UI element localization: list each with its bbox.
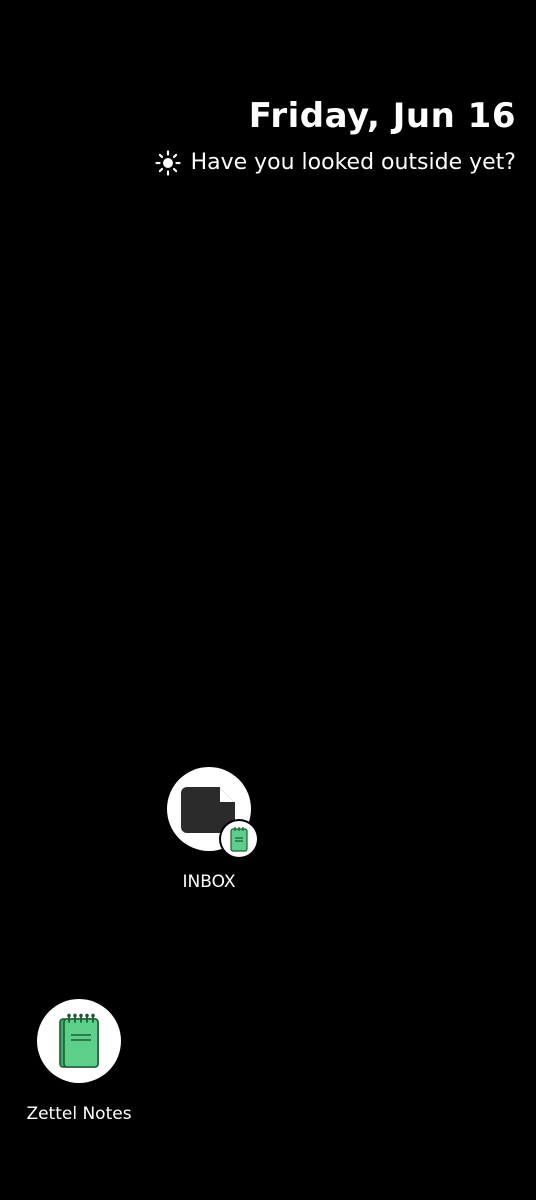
inbox-shortcut-icon[interactable] <box>167 767 257 857</box>
glance-message-row[interactable]: Have you looked outside yet? <box>116 148 516 178</box>
sun-icon <box>154 150 181 176</box>
zettel-notes-badge-icon <box>221 821 257 857</box>
notebook-icon[interactable] <box>37 999 121 1083</box>
home-screen: Friday, Jun 16 Have you looked outside y… <box>0 0 536 1200</box>
app-label-inbox: INBOX <box>182 872 236 892</box>
glance-message: Have you looked outside yet? <box>190 150 516 175</box>
at-a-glance-widget[interactable]: Friday, Jun 16 Have you looked outside y… <box>116 92 516 178</box>
app-label-zettel-notes: Zettel Notes <box>26 1104 132 1124</box>
date-text[interactable]: Friday, Jun 16 <box>116 92 516 140</box>
app-inbox[interactable]: INBOX <box>149 767 269 893</box>
app-zettel-notes[interactable]: Zettel Notes <box>19 999 139 1125</box>
